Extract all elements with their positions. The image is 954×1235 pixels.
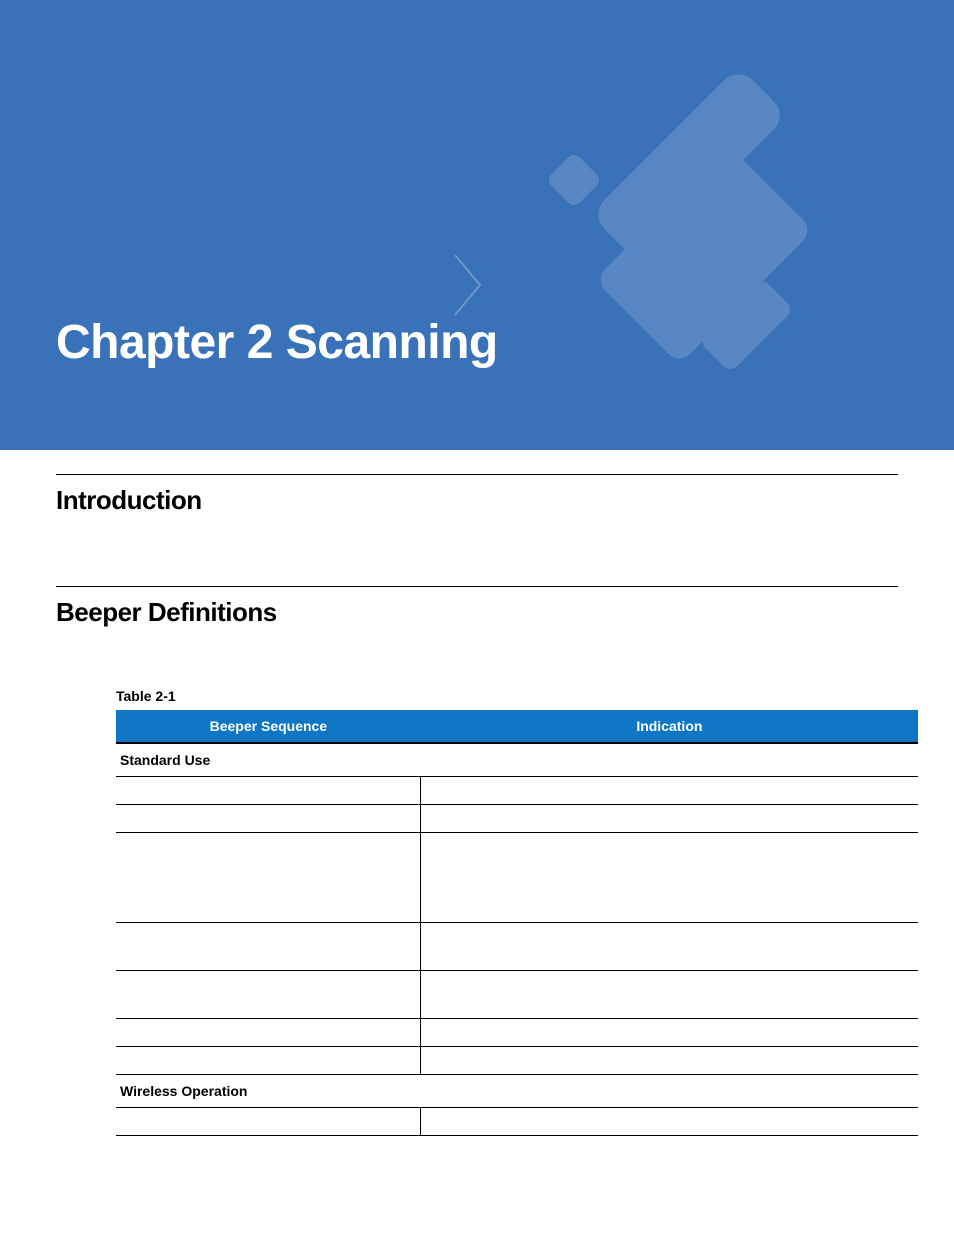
table-row [116,971,918,1019]
table-caption: Table 2-1 [116,688,918,704]
beeper-definitions-heading: Beeper Definitions [56,587,898,628]
scanner-silhouette-icon [474,20,874,420]
subheading-standard-use: Standard Use [116,743,918,777]
cell-indication [421,1047,918,1075]
column-header-indication: Indication [421,710,918,743]
cell-indication [421,833,918,923]
chevron-right-icon [450,250,490,320]
subheading-wireless-operation: Wireless Operation [116,1075,918,1108]
cell-beeper [116,805,421,833]
page-content: Introduction Beeper Definitions Table 2-… [0,474,954,1136]
cell-indication [421,971,918,1019]
table-row [116,833,918,923]
table-row [116,923,918,971]
table-row [116,777,918,805]
cell-indication [421,777,918,805]
cell-beeper [116,833,421,923]
section-beeper-definitions: Beeper Definitions [56,586,898,628]
cell-indication [421,923,918,971]
cell-beeper [116,1047,421,1075]
cell-indication [421,1019,918,1047]
table-row [116,805,918,833]
cell-beeper [116,777,421,805]
beeper-definitions-table: Beeper Sequence Indication Standard Use … [116,710,918,1136]
chapter-title: Chapter 2 Scanning [56,315,498,370]
subheading-cell: Standard Use [116,743,918,777]
table-row [116,1047,918,1075]
cell-beeper [116,923,421,971]
introduction-heading: Introduction [56,475,898,516]
table-row [116,1108,918,1136]
table-row [116,1019,918,1047]
section-introduction: Introduction [56,474,898,516]
column-header-beeper-sequence: Beeper Sequence [116,710,421,743]
cell-indication [421,805,918,833]
cell-beeper [116,971,421,1019]
subheading-cell: Wireless Operation [116,1075,918,1108]
cell-indication [421,1108,918,1136]
cell-beeper [116,1019,421,1047]
chapter-hero-banner: Chapter 2 Scanning [0,0,954,450]
cell-beeper [116,1108,421,1136]
beeper-table-container: Table 2-1 Beeper Sequence Indication Sta… [116,688,918,1136]
